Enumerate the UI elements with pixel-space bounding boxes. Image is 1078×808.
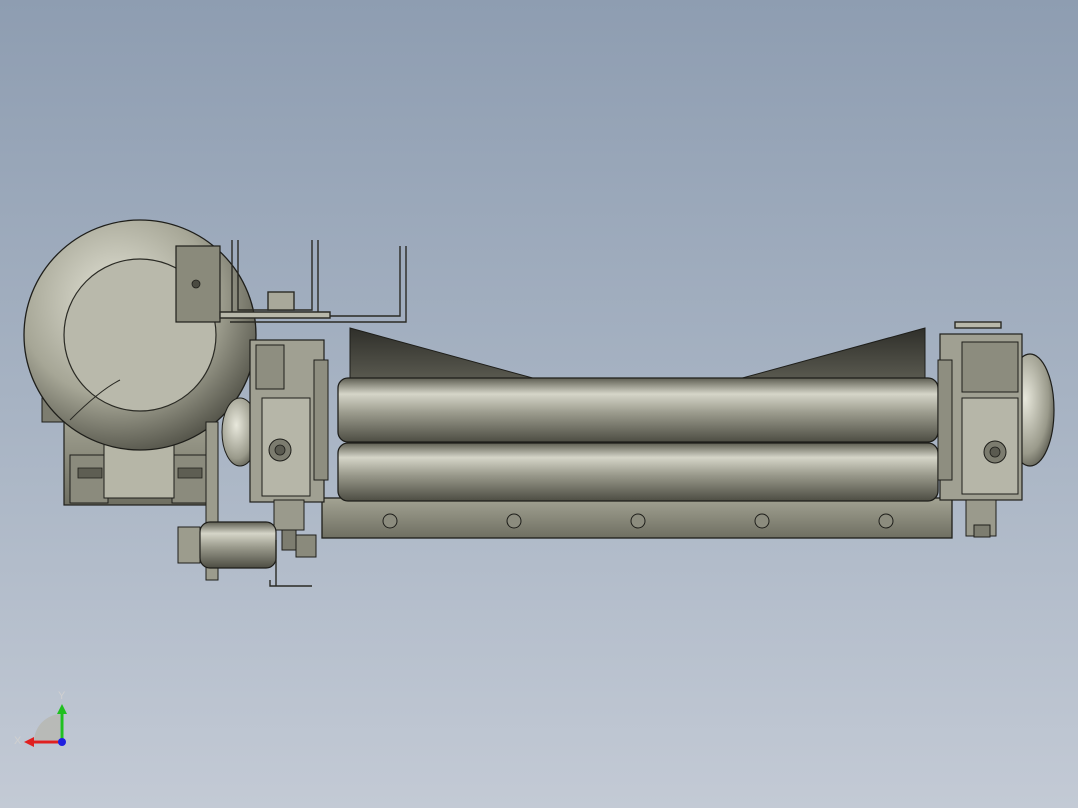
right-bearing-housing[interactable]: [937, 333, 1055, 501]
y-axis-label: Y: [58, 690, 66, 702]
triad-arc: [34, 714, 60, 740]
lower-roller[interactable]: [337, 442, 939, 502]
y-axis-arrowhead: [57, 704, 67, 714]
upper-roller[interactable]: [337, 377, 939, 443]
graphics-viewport[interactable]: Y X: [0, 0, 1078, 808]
frame-channel[interactable]: [321, 497, 953, 539]
x-axis-label: X: [14, 735, 22, 747]
cad-model-view[interactable]: [0, 0, 1078, 808]
orientation-triad[interactable]: Y X: [10, 684, 80, 754]
z-axis-dot: [58, 738, 66, 746]
top-bracket[interactable]: [219, 240, 1002, 329]
motor-body[interactable]: [23, 219, 257, 451]
x-axis-arrowhead: [24, 737, 34, 747]
cone-guide-left[interactable]: [349, 327, 541, 381]
cone-guide-right[interactable]: [734, 327, 926, 381]
